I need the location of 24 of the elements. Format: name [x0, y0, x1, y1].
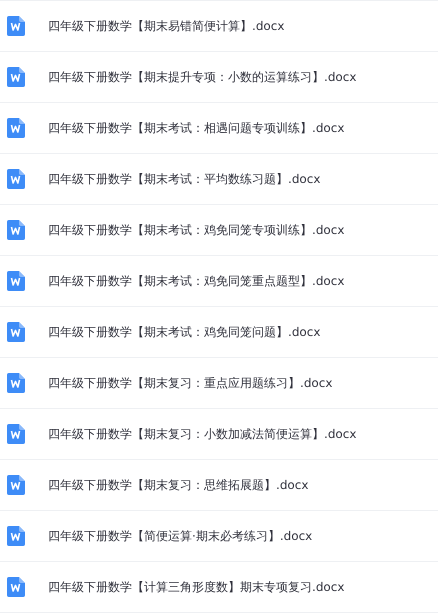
word-document-icon [7, 526, 25, 546]
word-document-icon [7, 271, 25, 291]
file-name[interactable]: 四年级下册数学【期末提升专项：小数的运算练习】.docx [48, 68, 356, 86]
file-name[interactable]: 四年级下册数学【期末考试：鸡免同笼专项训练】.docx [48, 222, 344, 238]
file-name[interactable]: 四年级下册数学【期末考试：平均数练习题】.docx [48, 170, 320, 188]
word-document-icon [7, 67, 25, 87]
file-name[interactable]: 四年级下册数学【简便运算·期末必考练习】.docx [48, 528, 312, 544]
file-name[interactable]: 四年级下册数学【计算三角形度数】期末专项复习.docx [48, 578, 344, 596]
word-document-icon [7, 475, 25, 495]
word-document-icon [7, 424, 25, 444]
file-name[interactable]: 四年级下册数学【期末复习：重点应用题练习】.docx [48, 374, 332, 392]
word-document-icon [7, 118, 25, 138]
file-name[interactable]: 四年级下册数学【期末复习：思维拓展题】.docx [48, 476, 308, 494]
word-document-icon [7, 16, 25, 36]
file-name[interactable]: 四年级下册数学【期末复习：小数加减法简便运算】.docx [48, 426, 356, 442]
word-document-icon [7, 220, 25, 240]
file-name[interactable]: 四年级下册数学【期末考试：相遇问题专项训练】.docx [48, 120, 344, 136]
word-document-icon [7, 169, 25, 189]
file-name[interactable]: 四年级下册数学【期末易错简便计算】.docx [48, 18, 284, 34]
file-name[interactable]: 四年级下册数学【期末考试：鸡免同笼重点题型】.docx [48, 272, 344, 290]
word-document-icon [7, 577, 25, 597]
word-document-icon [7, 322, 25, 342]
file-name[interactable]: 四年级下册数学【期末考试：鸡免同笼问题】.docx [48, 324, 320, 340]
word-document-icon [7, 373, 25, 393]
